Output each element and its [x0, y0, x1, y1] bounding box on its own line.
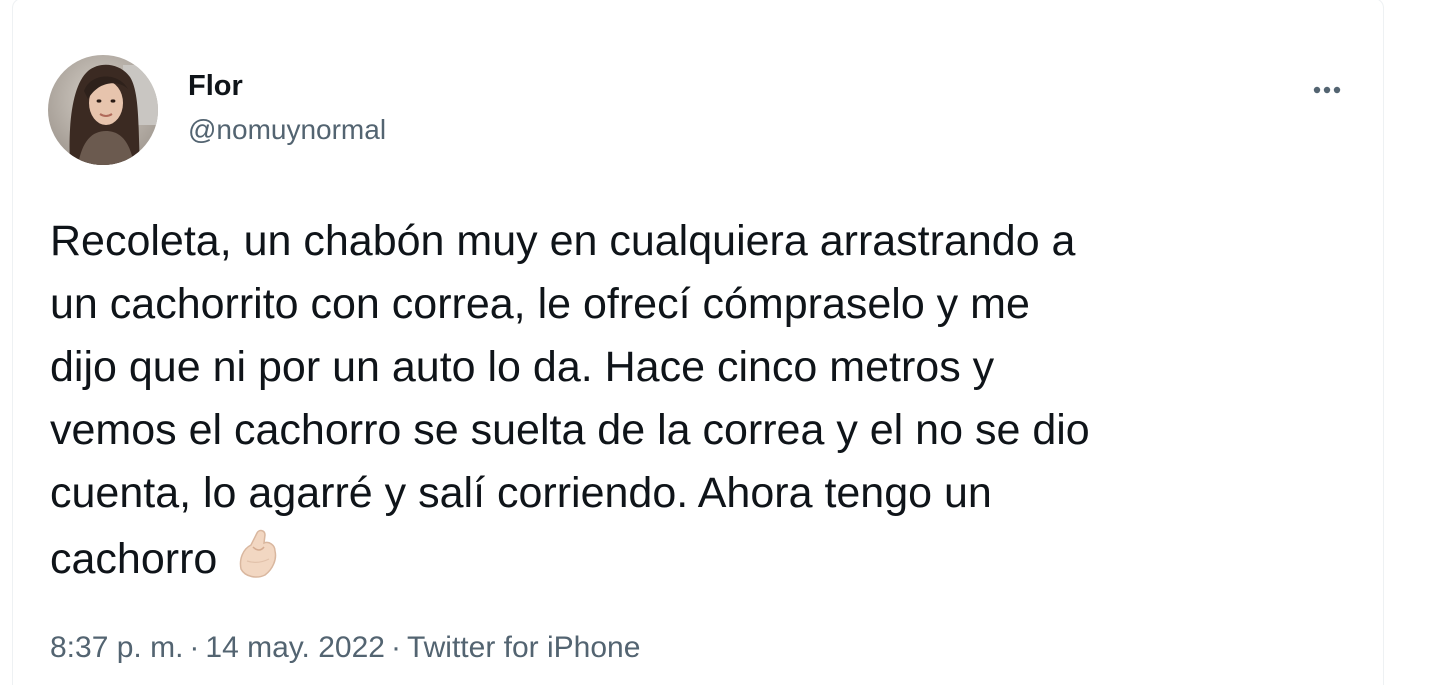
tweet-metadata: 8:37 p. m. · 14 may. 2022 · Twitter for iPho… [50, 628, 640, 668]
avatar-image [48, 55, 158, 165]
author-display-name[interactable]: Flor [188, 69, 386, 103]
more-options-button[interactable] [1302, 63, 1352, 113]
pinched-fingers-emoji [231, 525, 287, 581]
tweet-source-link[interactable]: Twitter for iPhone [407, 631, 640, 664]
tweet-time: 8:37 p. m. [50, 631, 184, 664]
author-names: Flor @nomuynormal [188, 69, 386, 147]
avatar[interactable] [48, 55, 158, 165]
more-horizontal-icon [1313, 86, 1341, 94]
meta-separator: · [390, 631, 401, 664]
pinched-fingers-icon [240, 529, 277, 578]
tweet-timestamp-link[interactable]: 8:37 p. m. · 14 may. 2022 [50, 631, 385, 664]
page: Flor @nomuynormal Recoleta, un chabón mu… [0, 0, 1440, 685]
tweet-body: Recoleta, un chabón muy en cualquiera ar… [50, 210, 1340, 591]
tweet-body-text: Recoleta, un chabón muy en cualquiera ar… [50, 217, 1090, 583]
tweet-header: Flor @nomuynormal [48, 55, 1348, 165]
meta-separator: · [189, 631, 200, 664]
tweet-date: 14 may. 2022 [205, 631, 385, 664]
author-handle[interactable]: @nomuynormal [188, 113, 386, 147]
